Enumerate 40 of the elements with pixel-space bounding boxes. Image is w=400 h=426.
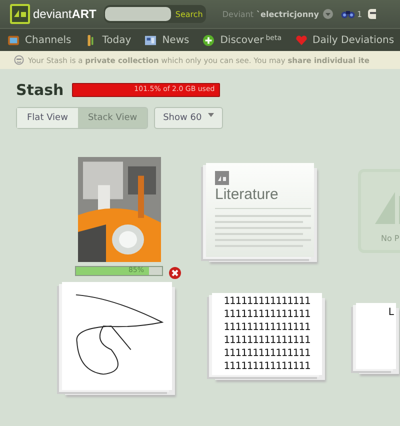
caret-icon [208, 113, 214, 117]
thumbnail-text: 111111111111111 [224, 295, 310, 308]
search-field[interactable]: Search [104, 5, 206, 23]
logo-icon [215, 171, 229, 185]
beta-label: beta [266, 34, 282, 42]
user-label: Deviant [222, 10, 254, 18]
thumbnail-text: 111111111111111 [224, 360, 310, 373]
smiley-icon [14, 55, 24, 65]
nav-link[interactable]: Daily Deviations [296, 34, 394, 46]
literature-card[interactable]: Literature [206, 163, 314, 257]
nav-link[interactable]: News [145, 34, 190, 46]
show-dropdown[interactable]: Show 60 [154, 107, 223, 129]
tv-icon [8, 34, 19, 46]
nav-link[interactable]: Discover $^{beta}$ [203, 34, 282, 46]
plus-icon [203, 34, 214, 46]
thumbnail-text: 111111111111111 [224, 321, 310, 334]
newspaper-icon [145, 34, 156, 46]
nav-link[interactable]: Today [85, 34, 132, 46]
figure-icon [85, 34, 96, 46]
binoculars-icon[interactable] [340, 9, 355, 19]
search-button[interactable]: Search [171, 10, 203, 18]
text-thumbnail[interactable]: 111111111111111 111111111111111 111111111111111 111111111111111 111111111111111 111111111111111 [212, 293, 322, 375]
page-title: Stash [16, 81, 64, 99]
text-thumbnail[interactable]: L [356, 303, 396, 369]
card-title: Literature [215, 186, 280, 203]
logo-text[interactable]: deviantART [33, 7, 96, 21]
view-tab[interactable]: Flat View [17, 108, 78, 128]
nav-link[interactable]: Channels [8, 34, 72, 46]
thumbnail-text: 111111111111111 [224, 308, 310, 321]
thumbnail-text: 111111111111111 [224, 334, 310, 347]
logo-icon[interactable] [10, 4, 30, 24]
username-link[interactable]: `electricjonny [256, 10, 319, 18]
heart-icon [296, 34, 307, 46]
notification-count[interactable]: 1 [356, 10, 362, 18]
card-caption: No P [381, 234, 400, 243]
thumbnail-text: L [388, 307, 394, 320]
close-icon[interactable] [169, 267, 181, 279]
thumbnail-text: 111111111111111 [224, 347, 310, 360]
sketch-thumbnail[interactable] [62, 282, 172, 390]
dropdown-icon[interactable] [322, 9, 333, 19]
